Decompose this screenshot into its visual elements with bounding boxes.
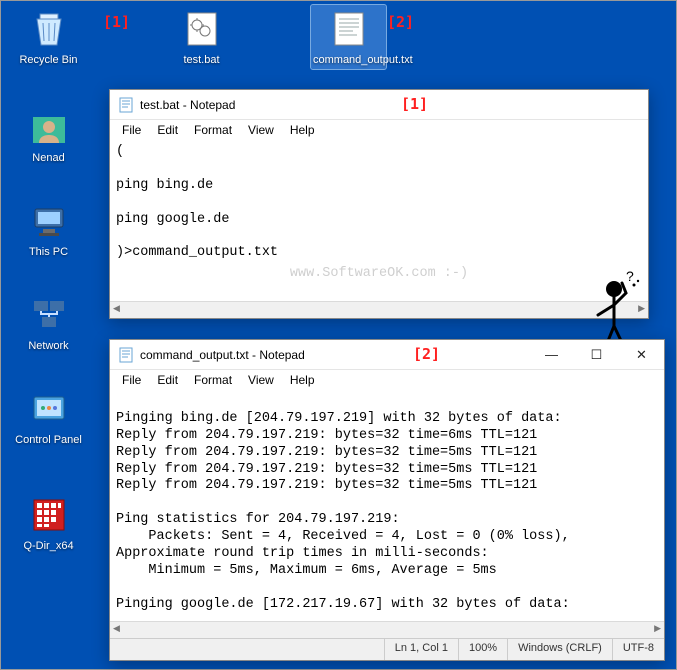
this-pc-icon — [27, 199, 71, 243]
statusbar: Ln 1, Col 1 100% Windows (CRLF) UTF-8 — [110, 638, 664, 660]
desktop-icon-label: Q-Dir_x64 — [11, 540, 86, 553]
window-title: test.bat - Notepad — [140, 98, 648, 112]
content-watermark: www.SoftwareOK.com :-) — [116, 266, 642, 283]
control-panel-icon — [27, 387, 71, 431]
annotation-1-window: [1] — [401, 95, 428, 113]
status-eol: Windows (CRLF) — [507, 639, 612, 660]
bat-file-icon — [180, 7, 224, 51]
desktop-icon-control-panel[interactable]: Control Panel — [11, 387, 86, 447]
annotation-2-window: [2] — [413, 345, 440, 363]
statusbar-blank — [110, 639, 384, 660]
menu-format[interactable]: Format — [186, 122, 240, 138]
desktop-icon-test-bat[interactable]: test.bat — [164, 7, 239, 67]
desktop-icon-label: Nenad — [11, 152, 86, 165]
user-icon — [27, 105, 71, 149]
editor-content[interactable]: Pinging bing.de [204.79.197.219] with 32… — [110, 390, 664, 621]
scrollbar-horizontal[interactable] — [110, 621, 664, 638]
desktop-icon-label: This PC — [11, 246, 86, 259]
status-encoding: UTF-8 — [612, 639, 664, 660]
desktop-icon-label: Control Panel — [11, 434, 86, 447]
editor-content[interactable]: ( ping bing.de ping google.de )>command_… — [110, 140, 648, 301]
status-zoom: 100% — [458, 639, 507, 660]
menubar: File Edit Format View Help — [110, 120, 648, 140]
desktop-icon-label: Recycle Bin — [11, 54, 86, 67]
desktop-icon-command-output[interactable]: command_output.txt — [311, 5, 386, 69]
maximize-button[interactable]: ☐ — [574, 340, 619, 370]
annotation-2-desktop: [2] — [387, 13, 414, 31]
menu-file[interactable]: File — [114, 372, 149, 388]
annotation-1-desktop: [1] — [103, 13, 130, 31]
desktop-icon-recycle-bin[interactable]: Recycle Bin — [11, 7, 86, 67]
menu-view[interactable]: View — [240, 372, 282, 388]
menu-file[interactable]: File — [114, 122, 149, 138]
status-position: Ln 1, Col 1 — [384, 639, 458, 660]
desktop-icon-label: Network — [11, 340, 86, 353]
editor-text: ( ping bing.de ping google.de )>command_… — [116, 144, 278, 260]
menu-edit[interactable]: Edit — [149, 122, 186, 138]
menubar: File Edit Format View Help — [110, 370, 664, 390]
window-title: command_output.txt - Notepad — [140, 348, 529, 362]
scrollbar-horizontal[interactable] — [110, 301, 648, 318]
txt-file-icon — [327, 7, 371, 51]
desktop-icon-label: test.bat — [164, 54, 239, 67]
notepad-icon — [118, 347, 134, 363]
recycle-bin-icon — [27, 7, 71, 51]
menu-help[interactable]: Help — [282, 372, 323, 388]
close-button[interactable]: ✕ — [619, 340, 664, 370]
menu-edit[interactable]: Edit — [149, 372, 186, 388]
qdir-icon — [27, 493, 71, 537]
titlebar[interactable]: command_output.txt - Notepad — ☐ ✕ — [110, 340, 664, 370]
desktop-icon-label: command_output.txt — [313, 54, 384, 67]
minimize-button[interactable]: — — [529, 340, 574, 370]
notepad-icon — [118, 97, 134, 113]
menu-format[interactable]: Format — [186, 372, 240, 388]
notepad-window-2[interactable]: command_output.txt - Notepad — ☐ ✕ File … — [109, 339, 665, 661]
notepad-window-1[interactable]: test.bat - Notepad File Edit Format View… — [109, 89, 649, 319]
titlebar[interactable]: test.bat - Notepad — [110, 90, 648, 120]
network-icon — [27, 293, 71, 337]
desktop-icon-nenad[interactable]: Nenad — [11, 105, 86, 165]
menu-view[interactable]: View — [240, 122, 282, 138]
menu-help[interactable]: Help — [282, 122, 323, 138]
desktop-icon-network[interactable]: Network — [11, 293, 86, 353]
desktop-icon-this-pc[interactable]: This PC — [11, 199, 86, 259]
svg-text:?: ? — [626, 271, 634, 284]
desktop-icon-qdir[interactable]: Q-Dir_x64 — [11, 493, 86, 553]
